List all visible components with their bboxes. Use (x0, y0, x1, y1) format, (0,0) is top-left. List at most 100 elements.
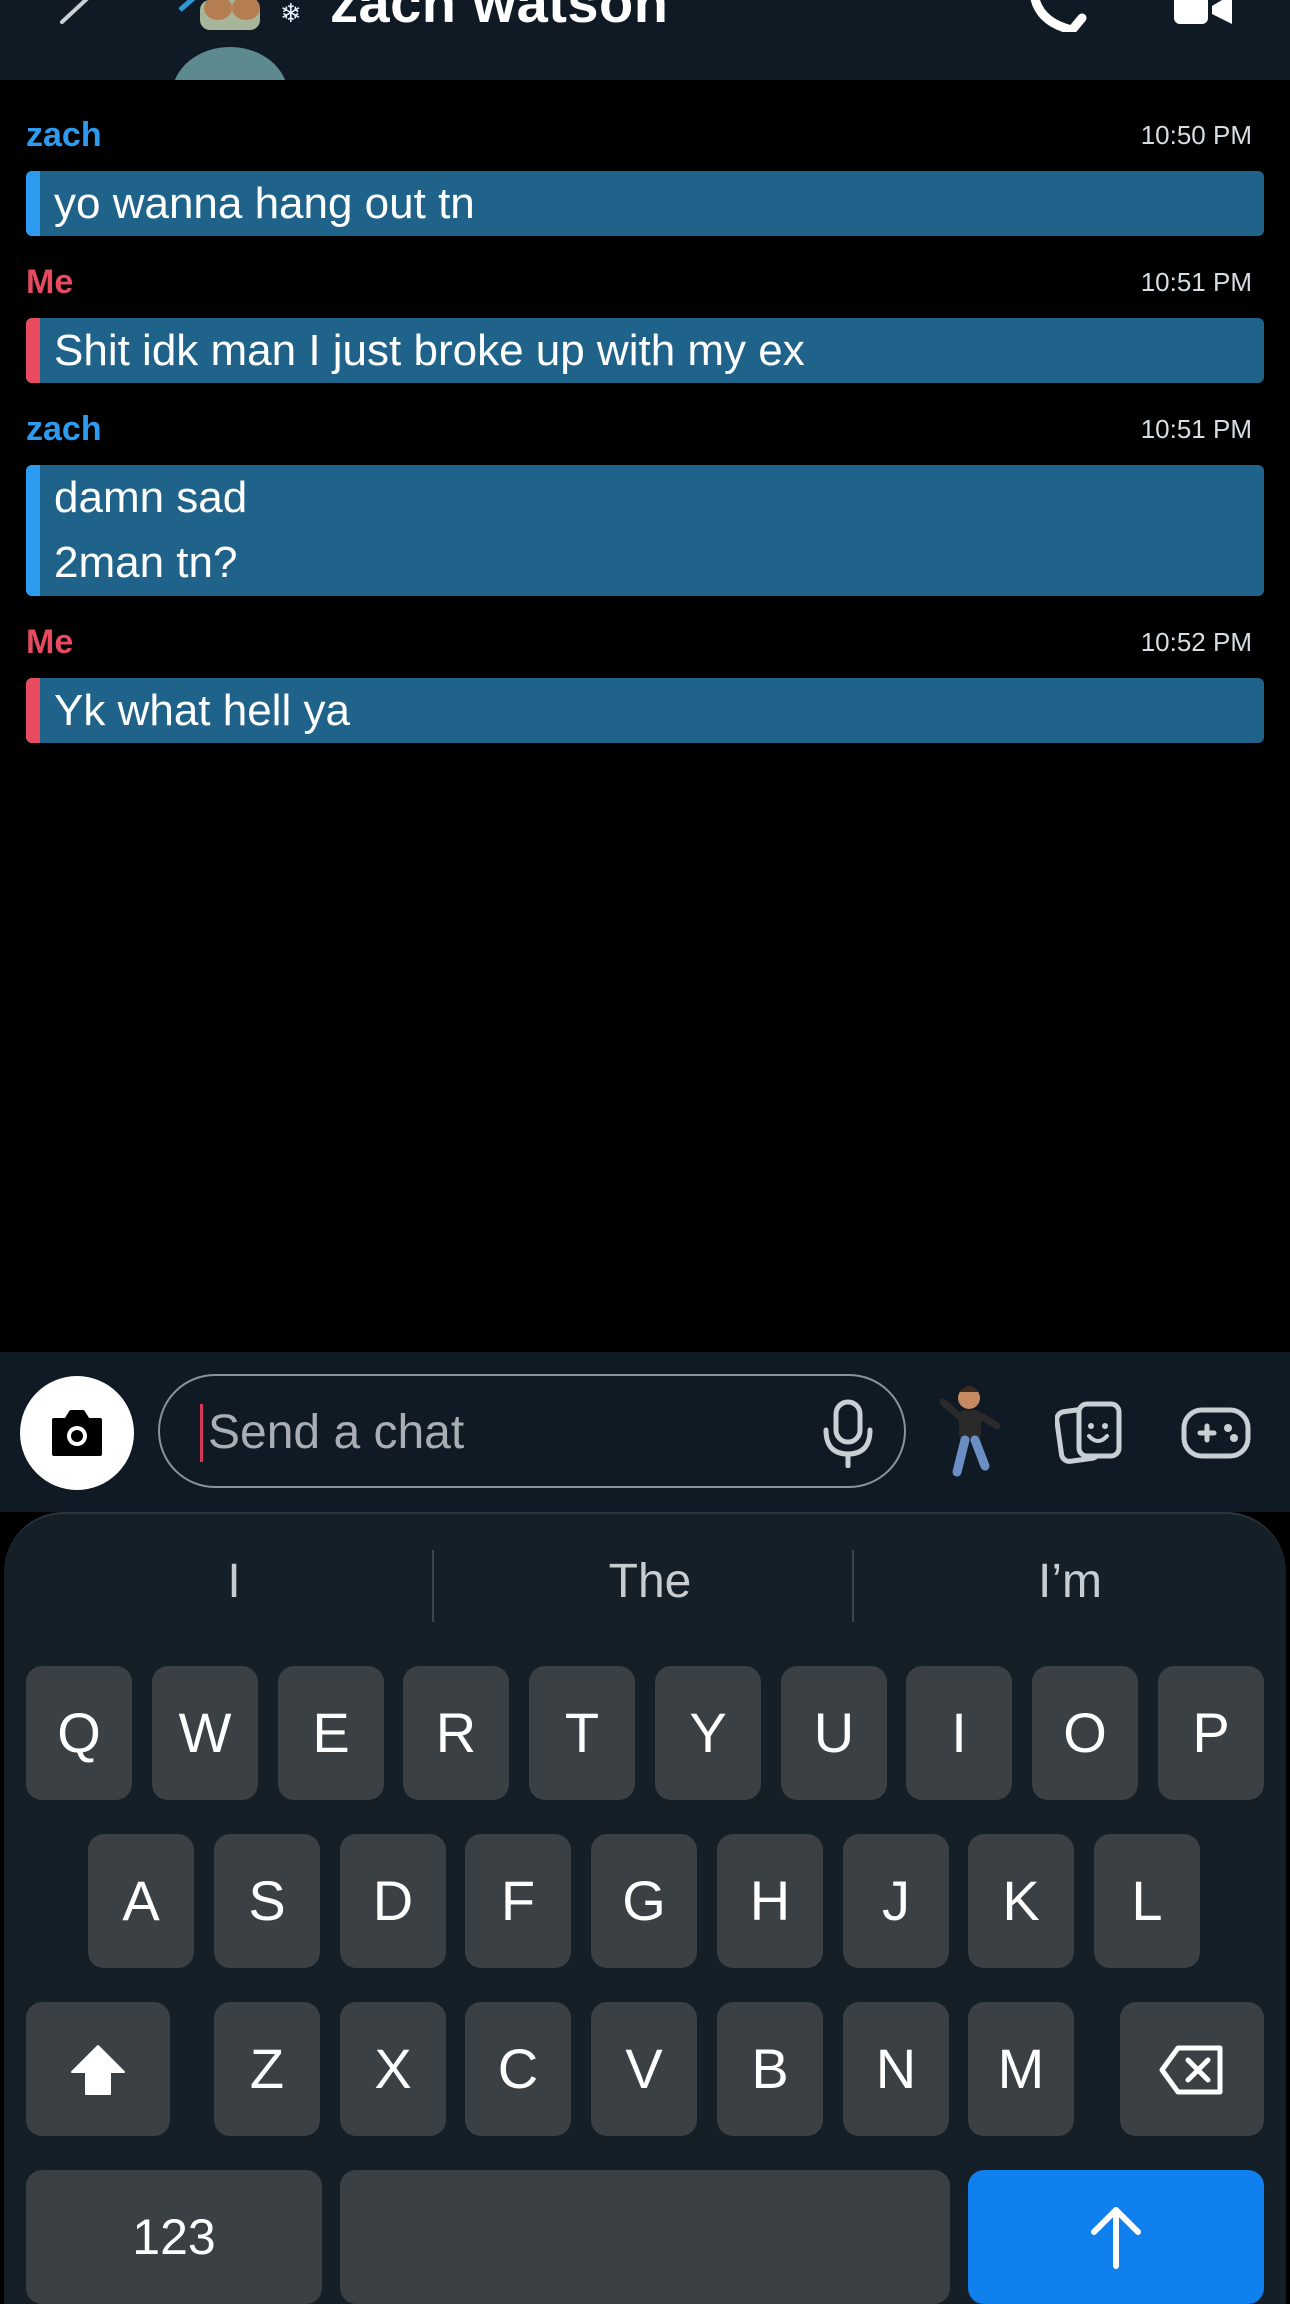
key-label: V (625, 2037, 663, 2100)
key-z[interactable]: Z (214, 2002, 320, 2136)
key-label: S (248, 1869, 286, 1932)
phone-icon[interactable] (1030, 0, 1090, 32)
key-label: X (374, 2037, 412, 2100)
avatar[interactable]: ❄ (160, 0, 310, 80)
key-d[interactable]: D (340, 1834, 446, 1968)
key-b[interactable]: B (717, 2002, 823, 2136)
key-label: F (500, 1869, 536, 1932)
message-timestamp: 10:50 PM (1140, 120, 1252, 150)
numbers-key[interactable]: 123 (26, 2170, 322, 2304)
key-u[interactable]: U (781, 1666, 887, 1800)
video-camera-icon[interactable] (1170, 0, 1240, 28)
suggestion-item[interactable]: I (24, 1554, 444, 1609)
chat-field[interactable] (158, 1374, 906, 1488)
key-label: E (312, 1701, 350, 1764)
key-label: 123 (132, 2209, 216, 2265)
key-s[interactable]: S (214, 1834, 320, 1968)
camera-button[interactable] (20, 1376, 134, 1490)
message-sender: Me (26, 623, 74, 661)
message-timestamp: 10:51 PM (1140, 267, 1252, 297)
message-item[interactable]: Me 10:52 PM Yk what hell ya (26, 623, 1264, 743)
key-o[interactable]: O (1032, 1666, 1138, 1800)
message-text: yo wanna hang out tn (54, 179, 475, 228)
message-timestamp: 10:52 PM (1140, 627, 1252, 657)
key-p[interactable]: P (1158, 1666, 1264, 1800)
message-text: Yk what hell ya (54, 686, 350, 735)
key-label: Y (689, 1701, 727, 1764)
arrow-up-icon (1091, 2207, 1141, 2269)
key-i[interactable]: I (906, 1666, 1012, 1800)
suggestion-divider (432, 1550, 434, 1622)
message-item[interactable]: zach 10:51 PM damn sad 2man tn? (26, 410, 1264, 596)
key-k[interactable]: K (968, 1834, 1074, 1968)
key-label: O (1063, 1701, 1107, 1764)
message-item[interactable]: Me 10:51 PM Shit idk man I just broke up… (26, 263, 1264, 383)
sender-color-bar (26, 465, 40, 596)
key-label: A (122, 1869, 160, 1932)
message-text: 2man tn? (54, 538, 238, 587)
suggestion-item[interactable]: The (440, 1554, 860, 1609)
key-label: H (749, 1869, 791, 1932)
message-bubble[interactable]: yo wanna hang out tn (26, 171, 1264, 236)
key-label: N (875, 2037, 917, 2100)
message-sender: zach (26, 410, 102, 448)
key-g[interactable]: G (591, 1834, 697, 1968)
key-label: W (178, 1701, 232, 1764)
key-x[interactable]: X (340, 2002, 446, 2136)
camera-icon (52, 1410, 102, 1456)
message-bubble[interactable]: Shit idk man I just broke up with my ex (26, 318, 1264, 383)
key-label: Z (249, 2037, 285, 2100)
composer-bar (0, 1352, 1290, 1512)
message-bubble[interactable]: Yk what hell ya (26, 678, 1264, 743)
key-label: I (951, 1701, 967, 1764)
message-item[interactable]: zach 10:50 PM yo wanna hang out tn (26, 116, 1264, 236)
message-list[interactable]: zach 10:50 PM yo wanna hang out tn Me 10… (0, 80, 1290, 1350)
key-j[interactable]: J (843, 1834, 949, 1968)
svg-text:❄: ❄ (280, 0, 302, 29)
message-timestamp: 10:51 PM (1140, 414, 1252, 444)
key-h[interactable]: H (717, 1834, 823, 1968)
keyboard: I The I’m Q W E R T Y U I O P A S D F G … (0, 1512, 1290, 2304)
key-label: G (622, 1869, 666, 1932)
sender-color-bar (26, 678, 40, 743)
game-controller-icon[interactable] (1180, 1404, 1252, 1462)
sender-color-bar (26, 318, 40, 383)
key-label: M (997, 2037, 1045, 2100)
suggestion-item[interactable]: I’m (860, 1554, 1280, 1609)
shift-key[interactable] (26, 2002, 170, 2136)
key-label: B (751, 2037, 789, 2100)
space-key[interactable] (340, 2170, 950, 2304)
chat-header: ❄ zach watson (0, 0, 1290, 82)
key-q[interactable]: Q (26, 1666, 132, 1800)
bitmoji-icon[interactable] (935, 1382, 1005, 1482)
send-key[interactable] (968, 2170, 1264, 2304)
key-label: P (1192, 1701, 1230, 1764)
key-f[interactable]: F (465, 1834, 571, 1968)
contact-name[interactable]: zach watson (330, 0, 668, 35)
sticker-icon[interactable] (1055, 1400, 1125, 1464)
key-l[interactable]: L (1094, 1834, 1200, 1968)
chat-input[interactable] (200, 1396, 768, 1468)
key-a[interactable]: A (88, 1834, 194, 1968)
suggestion-divider (852, 1550, 854, 1622)
key-t[interactable]: T (529, 1666, 635, 1800)
key-n[interactable]: N (843, 2002, 949, 2136)
key-v[interactable]: V (591, 2002, 697, 2136)
message-bubble[interactable]: damn sad 2man tn? (26, 465, 1264, 596)
key-c[interactable]: C (465, 2002, 571, 2136)
chevron-left-icon[interactable] (50, 0, 94, 28)
key-label: R (435, 1701, 477, 1764)
microphone-icon[interactable] (820, 1398, 876, 1468)
key-e[interactable]: E (278, 1666, 384, 1800)
key-label: L (1131, 1869, 1163, 1932)
key-r[interactable]: R (403, 1666, 509, 1800)
sender-color-bar (26, 171, 40, 236)
key-label: J (882, 1869, 910, 1932)
key-m[interactable]: M (968, 2002, 1074, 2136)
message-text: Shit idk man I just broke up with my ex (54, 326, 805, 375)
key-y[interactable]: Y (655, 1666, 761, 1800)
backspace-key[interactable] (1120, 2002, 1264, 2136)
key-label: C (497, 2037, 539, 2100)
key-label: T (564, 1701, 600, 1764)
key-w[interactable]: W (152, 1666, 258, 1800)
